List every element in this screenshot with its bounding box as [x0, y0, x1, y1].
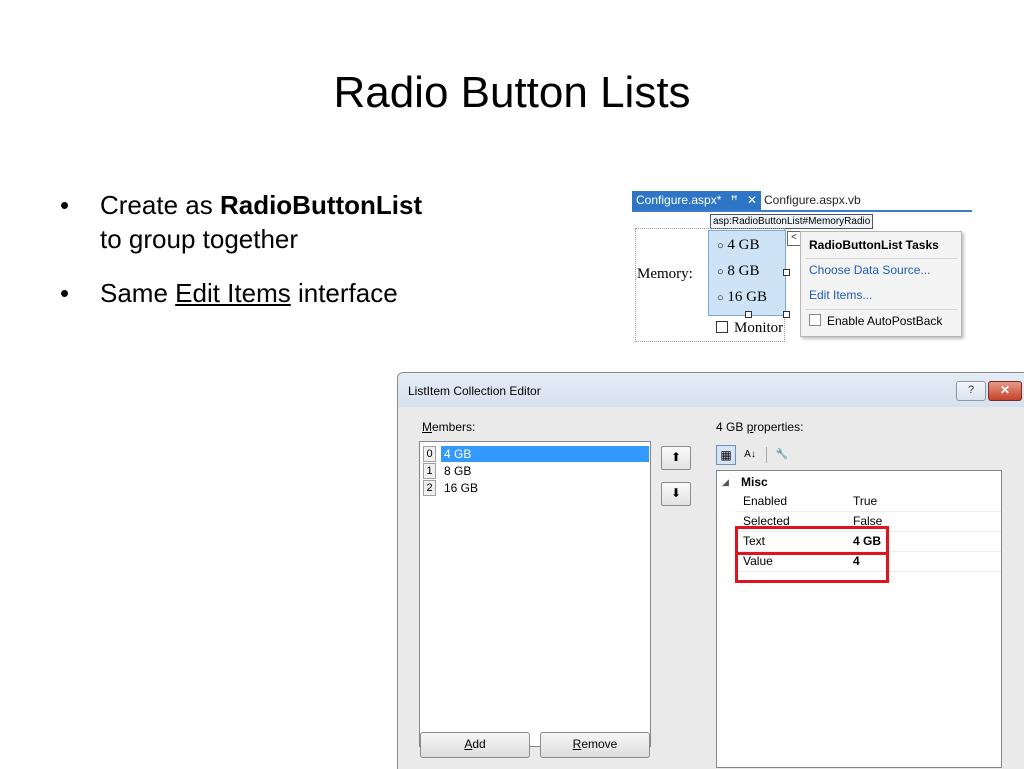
monitor-checkbox[interactable]: Monitor [716, 320, 783, 337]
dialog-title: ListItem Collection Editor [408, 384, 541, 398]
text-highlight-box [735, 526, 889, 555]
alphabetical-icon[interactable]: A↓ [740, 445, 760, 465]
tab-configure-aspx[interactable]: Configure.aspx* ꟸ ✕ [632, 191, 762, 210]
properties-label: 4 GB properties: [716, 420, 803, 434]
control-tag: asp:RadioButtonList#MemoryRadio [710, 214, 874, 229]
item-text: 16 GB [444, 481, 479, 495]
resize-handle[interactable] [745, 311, 752, 318]
radio-label: 4 GB [727, 237, 760, 253]
property-grid[interactable]: ◢ Misc Enabled True Selected False Text … [716, 470, 1002, 768]
toolbar-divider [766, 447, 767, 463]
label-text: embers: [432, 420, 476, 434]
bullet-item: • Same Edit Items interface [60, 276, 500, 310]
radio-label: 16 GB [727, 289, 767, 305]
document-tabbar: Configure.aspx* ꟸ ✕ Configure.aspx.vb [632, 188, 972, 212]
list-item[interactable]: 1 8 GB [423, 463, 649, 479]
label-text: roperties: [753, 420, 804, 434]
bullet-bold-text: RadioButtonList [219, 190, 423, 220]
item-index: 2 [423, 480, 436, 496]
tasks-title: RadioButtonList Tasks [809, 238, 939, 252]
property-name: Enabled [743, 494, 788, 508]
move-up-button[interactable]: ⬆ [661, 446, 691, 470]
radio-item[interactable]: ○ 8 GB [717, 263, 760, 280]
bullet-item: • Create as RadioButtonList to group tog… [60, 188, 500, 256]
item-index: 0 [423, 446, 436, 462]
collapse-icon[interactable]: ◢ [722, 473, 729, 491]
close-button[interactable]: ✕ [988, 381, 1022, 401]
item-index: 1 [423, 463, 436, 479]
divider [805, 258, 957, 259]
property-value[interactable]: True [853, 491, 877, 511]
bullet-underline-text: Edit Items [175, 278, 291, 308]
tab-configure-aspx-vb[interactable]: Configure.aspx.vb [764, 191, 861, 209]
dialog-titlebar[interactable]: ListItem Collection Editor ? ✕ [398, 373, 1024, 407]
radio-button-list[interactable]: ○ 4 GB ○ 8 GB ○ 16 GB [708, 230, 786, 316]
listitem-collection-editor: ListItem Collection Editor ? ✕ Members: … [397, 372, 1024, 769]
label-text: 4 GB [716, 420, 747, 434]
bullet-text: to group together [100, 224, 299, 254]
item-text: 8 GB [444, 464, 472, 478]
accelerator-key: M [422, 420, 432, 434]
smart-tag-icon[interactable]: < [787, 231, 801, 246]
bullet-text: Same [100, 278, 176, 308]
accelerator-key: R [572, 737, 582, 751]
button-label: emove [581, 737, 618, 751]
resize-handle[interactable] [783, 269, 790, 276]
divider [805, 309, 957, 310]
value-highlight-box [735, 552, 889, 583]
designer-screenshot: Configure.aspx* ꟸ ✕ Configure.aspx.vb as… [632, 188, 972, 343]
checkbox-label: Enable AutoPostBack [827, 314, 943, 328]
bullet-text: Create as [100, 190, 220, 220]
autopostback-checkbox[interactable]: Enable AutoPostBack [809, 314, 942, 328]
list-item[interactable]: 2 16 GB [423, 480, 649, 496]
checkbox-icon [716, 321, 728, 333]
move-down-button[interactable]: ⬇ [661, 482, 691, 506]
help-button[interactable]: ? [956, 381, 986, 401]
close-tab-icon[interactable]: ✕ [747, 193, 757, 207]
property-pages-icon[interactable]: 🔧 [772, 445, 792, 465]
bullet-text: interface [290, 278, 398, 308]
bullet-list: • Create as RadioButtonList to group tog… [60, 188, 500, 330]
radio-label: 8 GB [727, 263, 760, 279]
radio-item[interactable]: ○ 16 GB [717, 289, 767, 306]
remove-button[interactable]: Remove [540, 732, 650, 758]
choose-data-source-link[interactable]: Choose Data Source... [809, 263, 930, 277]
radio-icon: ○ [717, 292, 724, 304]
radio-icon: ○ [717, 240, 724, 252]
add-button[interactable]: Add [420, 732, 530, 758]
bullet-dot: • [60, 190, 70, 220]
item-text: 4 GB [441, 446, 649, 462]
radio-icon: ○ [717, 266, 724, 278]
pin-icon[interactable]: ꟸ [731, 193, 738, 207]
tab-label: Configure.aspx* [636, 193, 722, 207]
list-item[interactable]: 0 4 GB [423, 446, 649, 462]
members-list[interactable]: 0 4 GB 1 8 GB 2 16 GB [419, 441, 651, 747]
checkbox-icon [809, 314, 821, 326]
members-label: Members: [422, 420, 475, 434]
slide-title: Radio Button Lists [333, 68, 691, 117]
radio-item[interactable]: ○ 4 GB [717, 237, 760, 254]
checkbox-label: Monitor [734, 320, 784, 336]
category-name: Misc [741, 475, 768, 489]
memory-label: Memory: [637, 266, 693, 282]
category-misc[interactable]: ◢ Misc [717, 473, 1001, 491]
tasks-panel: RadioButtonList Tasks Choose Data Source… [800, 231, 962, 337]
property-row[interactable]: Enabled True [735, 491, 1001, 512]
categorized-icon[interactable]: ▦ [716, 445, 736, 465]
bullet-dot: • [60, 278, 70, 308]
resize-handle[interactable] [783, 311, 790, 318]
button-label: dd [472, 737, 486, 751]
edit-items-link[interactable]: Edit Items... [809, 288, 872, 302]
